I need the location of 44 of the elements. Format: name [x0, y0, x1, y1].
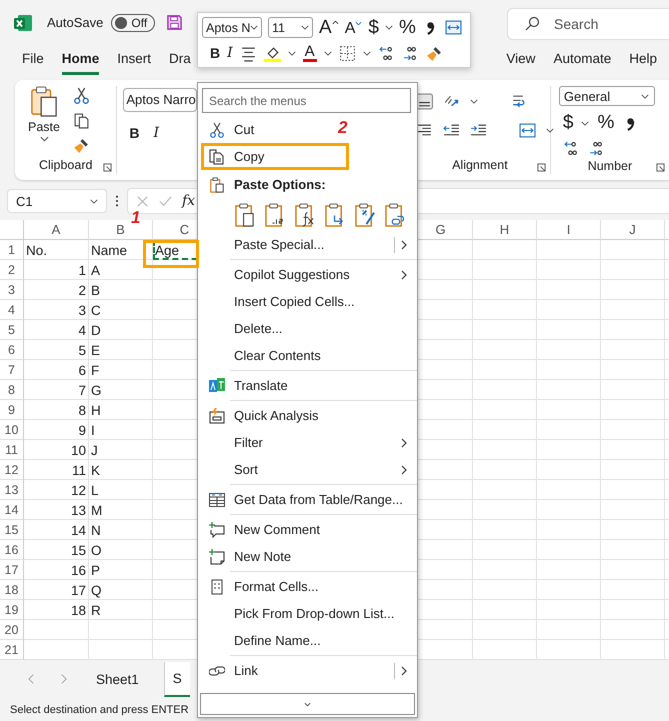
table-cell: 6: [24, 360, 89, 380]
table-cell: 5: [24, 340, 89, 360]
table-cell: 3: [24, 300, 89, 320]
table-cell: P: [89, 560, 153, 580]
table-cell: D: [89, 320, 153, 340]
table-cell: R: [89, 600, 153, 620]
table-cell: 2: [24, 280, 89, 300]
table-cell: O: [89, 540, 153, 560]
table-cell: 17: [24, 580, 89, 600]
table-cell: 8: [24, 400, 89, 420]
table-cell: 9: [24, 420, 89, 440]
table-cell: 15: [24, 540, 89, 560]
table-cell: 16: [24, 560, 89, 580]
table-cell: 1: [24, 260, 89, 280]
table-cell: A: [89, 260, 153, 280]
table-cell: J: [89, 440, 153, 460]
status-text: Select destination and press ENTER: [10, 704, 189, 716]
autosave-label: AutoSave: [47, 15, 104, 30]
group-label: Number: [588, 158, 632, 172]
table-cell: F: [89, 360, 153, 380]
table-cell: N: [89, 520, 153, 540]
group-label: Alignment: [452, 158, 508, 172]
table-cell: 7: [24, 380, 89, 400]
table-cell: Name: [89, 240, 153, 260]
table-cell: C: [89, 300, 153, 320]
table-cell: I: [89, 420, 153, 440]
table-cell: L: [89, 480, 153, 500]
table-cell: G: [89, 380, 153, 400]
table-cell: K: [89, 460, 153, 480]
table-cell: B: [89, 280, 153, 300]
table-cell: 4: [24, 320, 89, 340]
table-cell: 18: [24, 600, 89, 620]
table-cell: 13: [24, 500, 89, 520]
table-cell: 11: [24, 460, 89, 480]
table-cell: 10: [24, 440, 89, 460]
table-cell: H: [89, 400, 153, 420]
group-label: Clipboard: [38, 158, 92, 172]
table-cell: 12: [24, 480, 89, 500]
table-cell: E: [89, 340, 153, 360]
annotation-number: 2: [338, 119, 348, 136]
table-cell: M: [89, 500, 153, 520]
table-cell: Q: [89, 580, 153, 600]
table-cell: No.: [24, 240, 89, 260]
table-cell: 14: [24, 520, 89, 540]
